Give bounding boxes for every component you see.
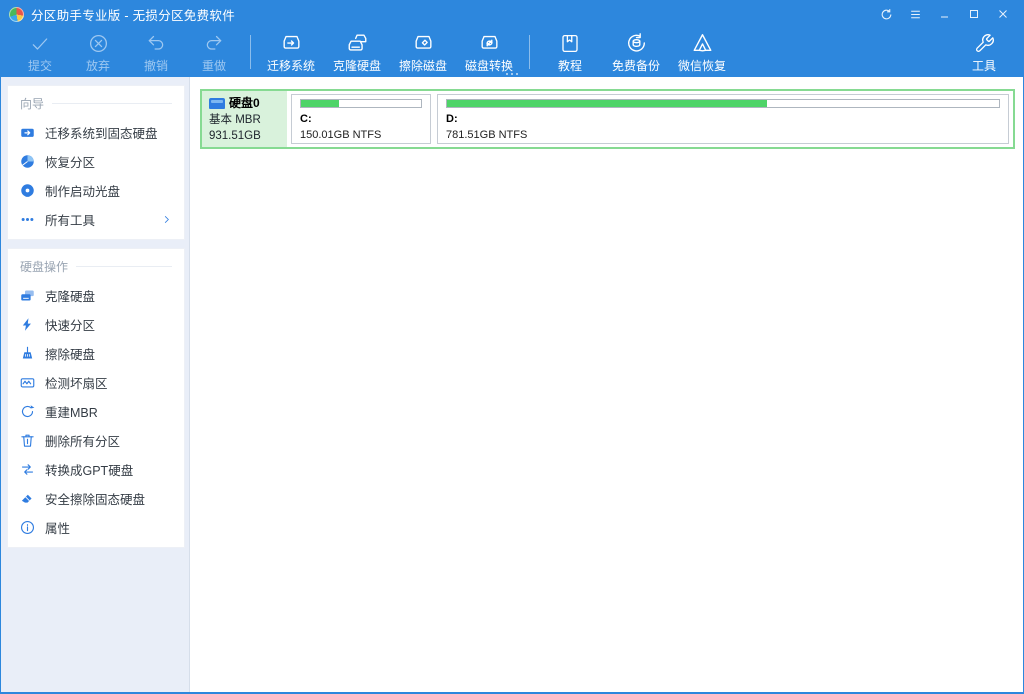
minimize-icon[interactable]: [930, 3, 959, 25]
toolbar: 提交 放弃 撤销 重做: [1, 27, 1023, 77]
disk-drive-icon: [209, 98, 225, 109]
convert-disk-icon: [477, 32, 502, 54]
help-actions-group: 教程 免费备份 微信恢复: [537, 27, 735, 77]
commit-button[interactable]: 提交: [11, 27, 69, 77]
undo-icon: [145, 32, 167, 54]
redo-button[interactable]: 重做: [185, 27, 243, 77]
app-window: 分区助手专业版 - 无损分区免费软件: [0, 0, 1024, 694]
secure-erase-icon: [20, 491, 35, 506]
all-tools-icon: [20, 212, 35, 227]
migrate-os-button[interactable]: 迁移系统: [258, 27, 324, 77]
boot-disc-icon: [20, 183, 35, 198]
convert-gpt-icon: [20, 462, 35, 477]
quick-partition-icon: [20, 317, 35, 332]
clone-disk-button[interactable]: 克隆硬盘: [324, 27, 390, 77]
close-icon[interactable]: [988, 3, 1017, 25]
maximize-icon[interactable]: [959, 3, 988, 25]
sidebar-item-wipe-disk[interactable]: 擦除硬盘: [8, 339, 184, 368]
titlebar: 分区助手专业版 - 无损分区免费软件: [1, 1, 1023, 27]
app-body: 向导 迁移系统到固态硬盘 恢复分区: [1, 77, 1023, 692]
rebuild-mbr-icon: [20, 404, 35, 419]
clone-disk-icon: [20, 288, 35, 303]
disk-operations-panel: 硬盘操作 克隆硬盘 快速分区: [7, 248, 185, 548]
disk-name: 硬盘0: [229, 95, 260, 112]
partition-c-usage-fill: [301, 100, 339, 107]
disk-row[interactable]: 硬盘0 基本 MBR 931.51GB C: 150.01GB NTFS: [200, 89, 1015, 149]
undo-button[interactable]: 撤销: [127, 27, 185, 77]
disk-operations-section-header: 硬盘操作: [8, 256, 184, 281]
bad-sector-icon: [20, 375, 35, 390]
clone-disk-icon: [345, 32, 370, 54]
sidebar-item-delete-all-partitions[interactable]: 删除所有分区: [8, 426, 184, 455]
delete-partitions-icon: [20, 433, 35, 448]
sidebar-item-convert-to-gpt[interactable]: 转换成GPT硬盘: [8, 455, 184, 484]
toolbar-divider: [250, 35, 251, 69]
pending-operations-group: 提交 放弃 撤销 重做: [11, 27, 243, 77]
menu-icon[interactable]: [901, 3, 930, 25]
toolbar-overflow-dots-icon[interactable]: [506, 73, 518, 75]
wipe-disk-button[interactable]: 擦除磁盘: [390, 27, 456, 77]
sidebar-item-check-bad-sectors[interactable]: 检测坏扇区: [8, 368, 184, 397]
disk-scheme: 基本 MBR: [209, 112, 282, 128]
sidebar-item-properties[interactable]: 属性: [8, 513, 184, 542]
partition-c-usage-bar: [300, 99, 422, 108]
partition-d-label: D:: [446, 113, 1000, 125]
wizard-section-header: 向导: [8, 93, 184, 118]
wechat-recovery-button[interactable]: 微信恢复: [669, 27, 735, 77]
partition-d[interactable]: D: 781.51GB NTFS: [437, 94, 1009, 144]
discard-button[interactable]: 放弃: [69, 27, 127, 77]
properties-icon: [20, 520, 35, 535]
window-title: 分区助手专业版 - 无损分区免费软件: [31, 5, 235, 24]
tutorial-button[interactable]: 教程: [537, 27, 603, 77]
partition-c[interactable]: C: 150.01GB NTFS: [291, 94, 431, 144]
partition-c-label: C:: [300, 113, 422, 125]
sidebar-item-clone-disk[interactable]: 克隆硬盘: [8, 281, 184, 310]
discard-circle-icon: [88, 32, 109, 54]
sidebar-item-quick-partition[interactable]: 快速分区: [8, 310, 184, 339]
toolbar-divider: [529, 35, 530, 69]
wipe-disk-icon: [411, 32, 436, 54]
window-controls: [872, 3, 1017, 25]
disk-info-cell[interactable]: 硬盘0 基本 MBR 931.51GB: [202, 91, 287, 147]
tutorial-icon: [559, 32, 581, 54]
recover-partition-icon: [20, 154, 35, 169]
backup-button[interactable]: 免费备份: [603, 27, 669, 77]
check-icon: [29, 32, 51, 54]
main-area: 硬盘0 基本 MBR 931.51GB C: 150.01GB NTFS: [190, 77, 1023, 692]
migrate-ssd-icon: [20, 125, 35, 140]
wipe-disk-icon: [20, 346, 35, 361]
partition-c-detail: 150.01GB NTFS: [300, 129, 422, 141]
sidebar-item-migrate-os-to-ssd[interactable]: 迁移系统到固态硬盘: [8, 118, 184, 147]
partition-d-usage-fill: [447, 100, 767, 107]
partition-d-detail: 781.51GB NTFS: [446, 129, 1000, 141]
disk-actions-group: 迁移系统 克隆硬盘 擦除磁盘 磁盘转换: [258, 27, 522, 77]
partition-d-usage-bar: [446, 99, 1000, 108]
backup-icon: [625, 32, 648, 54]
wizard-panel: 向导 迁移系统到固态硬盘 恢复分区: [7, 85, 185, 240]
sidebar-item-make-boot-disc[interactable]: 制作启动光盘: [8, 176, 184, 205]
sidebar: 向导 迁移系统到固态硬盘 恢复分区: [1, 77, 190, 692]
redo-icon: [203, 32, 225, 54]
wrench-icon: [974, 32, 995, 54]
chevron-right-icon: [161, 214, 172, 225]
sidebar-item-rebuild-mbr[interactable]: 重建MBR: [8, 397, 184, 426]
partitions-strip: C: 150.01GB NTFS D: 781.51GB NTFS: [287, 91, 1013, 147]
wechat-recovery-icon: [691, 32, 714, 54]
migrate-os-icon: [279, 32, 304, 54]
sidebar-item-all-tools[interactable]: 所有工具: [8, 205, 184, 234]
disk-size: 931.51GB: [209, 128, 282, 144]
convert-disk-button[interactable]: 磁盘转换: [456, 27, 522, 77]
toolbar-spacer: [735, 27, 955, 77]
refresh-icon[interactable]: [872, 3, 901, 25]
sidebar-item-recover-partition[interactable]: 恢复分区: [8, 147, 184, 176]
sidebar-item-secure-erase-ssd[interactable]: 安全擦除固态硬盘: [8, 484, 184, 513]
app-logo-icon: [9, 7, 24, 22]
tools-button[interactable]: 工具: [955, 27, 1013, 77]
